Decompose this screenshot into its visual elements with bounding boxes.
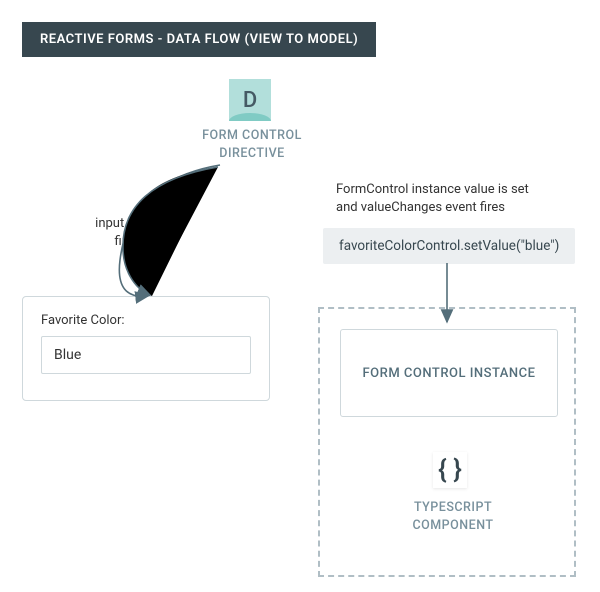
directive-label-line1: FORM CONTROL [202, 128, 302, 143]
typescript-component-container: FORM CONTROL INSTANCE { } TYPESCRIPT COM… [318, 307, 576, 577]
typescript-label-line1: TYPESCRIPT [414, 500, 492, 515]
value-set-annotation: FormControl instance value is set and va… [336, 181, 576, 217]
input-event-line1: input event [95, 216, 159, 231]
favorite-color-input[interactable] [41, 336, 251, 374]
directive-label-line2: DIRECTIVE [219, 146, 284, 161]
typescript-label-line2: COMPONENT [412, 518, 493, 533]
diagram-title: REACTIVE FORMS - DATA FLOW (VIEW TO MODE… [40, 32, 358, 47]
input-event-annotation: input event fires [72, 215, 182, 251]
input-event-line2: fires [114, 234, 139, 249]
instance-label: FORM CONTROL INSTANCE [363, 366, 536, 381]
braces-icon: { } [433, 452, 467, 488]
diagram-header: REACTIVE FORMS - DATA FLOW (VIEW TO MODE… [22, 22, 376, 57]
typescript-label: TYPESCRIPT COMPONENT [398, 499, 508, 534]
directive-label: FORM CONTROL DIRECTIVE [182, 127, 322, 162]
value-set-line2: and valueChanges event fires [336, 200, 505, 215]
form-control-instance-box: FORM CONTROL INSTANCE [340, 329, 558, 417]
form-card: Favorite Color: [22, 296, 270, 401]
code-snippet-box: favoriteColorControl.setValue("blue") [323, 228, 575, 264]
directive-icon: D [229, 79, 271, 121]
braces-text: { } [438, 455, 462, 485]
directive-letter: D [243, 88, 257, 113]
code-snippet: favoriteColorControl.setValue("blue") [339, 238, 559, 254]
value-set-line1: FormControl instance value is set [336, 182, 529, 197]
form-field-label: Favorite Color: [41, 313, 251, 328]
